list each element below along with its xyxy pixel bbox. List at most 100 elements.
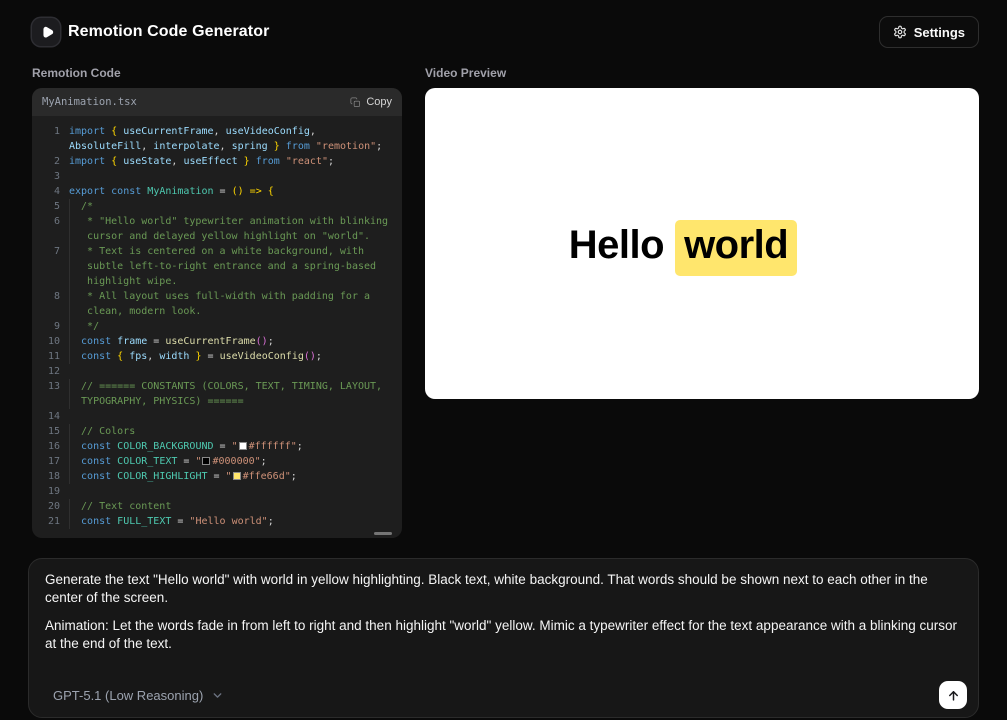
code-text: */ <box>69 319 394 334</box>
line-number: 14 <box>40 409 60 424</box>
page-title: Remotion Code Generator <box>68 23 269 41</box>
line-number: 2 <box>40 154 60 169</box>
line-number: 6 <box>40 214 60 244</box>
code-line: 3 <box>40 169 394 184</box>
code-line: 10 const frame = useCurrentFrame(); <box>40 334 394 349</box>
preview-text-highlighted: world <box>675 220 797 276</box>
code-text <box>69 364 394 379</box>
code-text: // Text content <box>69 499 394 514</box>
line-number: 18 <box>40 469 60 484</box>
prompt-paragraph: Animation: Let the words fade in from le… <box>45 617 962 652</box>
code-text: import { useState, useEffect } from "rea… <box>69 154 394 169</box>
line-number: 16 <box>40 439 60 454</box>
code-text <box>69 169 394 184</box>
model-selector[interactable]: GPT-5.1 (Low Reasoning) <box>53 688 224 703</box>
code-line: 17 const COLOR_TEXT = "#000000"; <box>40 454 394 469</box>
code-text: const COLOR_BACKGROUND = "#ffffff"; <box>69 439 394 454</box>
main-content: MyAnimation.tsx Copy 1 import { useCurren… <box>0 88 1007 538</box>
code-line: 18 const COLOR_HIGHLIGHT = "#ffe66d"; <box>40 469 394 484</box>
submit-prompt-button[interactable] <box>939 681 967 709</box>
app-header: Remotion Code Generator Settings <box>0 0 1007 58</box>
color-swatch-icon <box>233 472 241 480</box>
code-line: 11 const { fps, width } = useVideoConfig(… <box>40 349 394 364</box>
code-panel-label: Remotion Code <box>32 66 402 80</box>
code-line: 19 <box>40 484 394 499</box>
code-text: const FULL_TEXT = "Hello world"; <box>69 514 394 529</box>
code-editor-header: MyAnimation.tsx Copy <box>32 88 402 116</box>
line-number: 7 <box>40 244 60 289</box>
horizontal-scrollbar-thumb[interactable] <box>374 532 392 535</box>
video-preview: Hello world <box>425 88 979 399</box>
color-swatch-icon <box>239 442 247 450</box>
copy-button-label: Copy <box>366 96 392 108</box>
line-number: 5 <box>40 199 60 214</box>
prompt-input[interactable]: Generate the text "Hello world" with wor… <box>29 569 978 667</box>
preview-column: Hello world <box>425 88 979 538</box>
code-text: const { fps, width } = useVideoConfig(); <box>69 349 394 364</box>
code-text: import { useCurrentFrame, useVideoConfig… <box>69 124 394 154</box>
code-text: * Text is centered on a white background… <box>69 244 394 289</box>
settings-button-label: Settings <box>914 25 965 40</box>
line-number: 12 <box>40 364 60 379</box>
code-text: /* <box>69 199 394 214</box>
code-text: * All layout uses full-width with paddin… <box>69 289 394 319</box>
chevron-down-icon <box>211 689 224 702</box>
code-editor-panel: MyAnimation.tsx Copy 1 import { useCurren… <box>32 88 402 538</box>
line-number: 1 <box>40 124 60 154</box>
code-text <box>69 484 394 499</box>
preview-panel-label: Video Preview <box>425 66 979 80</box>
prompt-paragraph: Generate the text "Hello world" with wor… <box>45 571 962 606</box>
preview-hello-world-text: Hello world <box>569 220 797 268</box>
line-number: 10 <box>40 334 60 349</box>
prompt-composer: Generate the text "Hello world" with wor… <box>28 558 979 718</box>
code-editor-body[interactable]: 1 import { useCurrentFrame, useVideoConfi… <box>32 116 402 538</box>
code-line: 8 * All layout uses full-width with paddi… <box>40 289 394 319</box>
code-line: 6 * "Hello world" typewriter animation wi… <box>40 214 394 244</box>
line-number: 4 <box>40 184 60 199</box>
line-number: 21 <box>40 514 60 529</box>
line-number: 11 <box>40 349 60 364</box>
code-line: 12 <box>40 364 394 379</box>
code-column: MyAnimation.tsx Copy 1 import { useCurren… <box>32 88 402 538</box>
code-text: export const MyAnimation = () => { <box>69 184 394 199</box>
code-filename: MyAnimation.tsx <box>42 96 137 108</box>
code-line: 5 /* <box>40 199 394 214</box>
play-triangle-icon <box>38 24 55 41</box>
copy-icon <box>350 97 361 108</box>
code-text: // Colors <box>69 424 394 439</box>
code-line: 15 // Colors <box>40 424 394 439</box>
preview-text-plain: Hello <box>569 223 664 268</box>
code-text <box>69 409 394 424</box>
composer-bottom-bar: GPT-5.1 (Low Reasoning) <box>29 667 978 717</box>
code-line: 7* Text is centered on a white backgroun… <box>40 244 394 289</box>
code-line: 16 const COLOR_BACKGROUND = "#ffffff"; <box>40 439 394 454</box>
code-line: 13 // ====== CONSTANTS (COLORS, TEXT, TIM… <box>40 379 394 409</box>
line-number: 8 <box>40 289 60 319</box>
code-line: 21 const FULL_TEXT = "Hello world"; <box>40 514 394 529</box>
remotion-logo-icon <box>32 18 60 46</box>
settings-button[interactable]: Settings <box>879 16 979 48</box>
line-number: 20 <box>40 499 60 514</box>
code-text: const COLOR_TEXT = "#000000"; <box>69 454 394 469</box>
code-line: 2 import { useState, useEffect } from "re… <box>40 154 394 169</box>
arrow-up-icon <box>946 688 961 703</box>
gear-icon <box>893 25 907 39</box>
code-line: 4 export const MyAnimation = () => { <box>40 184 394 199</box>
model-selector-label: GPT-5.1 (Low Reasoning) <box>53 688 203 703</box>
code-text: const COLOR_HIGHLIGHT = "#ffe66d"; <box>69 469 394 484</box>
panel-labels-row: Remotion Code Video Preview <box>0 58 1007 88</box>
code-text: // ====== CONSTANTS (COLORS, TEXT, TIMIN… <box>69 379 394 409</box>
copy-button[interactable]: Copy <box>350 96 392 108</box>
code-line: 20 // Text content <box>40 499 394 514</box>
line-number: 3 <box>40 169 60 184</box>
code-line: 1 import { useCurrentFrame, useVideoConfi… <box>40 124 394 154</box>
line-number: 17 <box>40 454 60 469</box>
code-text: const frame = useCurrentFrame(); <box>69 334 394 349</box>
line-number: 9 <box>40 319 60 334</box>
line-number: 13 <box>40 379 60 409</box>
color-swatch-icon <box>202 457 210 465</box>
code-line: 9 */ <box>40 319 394 334</box>
line-number: 19 <box>40 484 60 499</box>
line-number: 15 <box>40 424 60 439</box>
code-text: * "Hello world" typewriter animation wit… <box>69 214 394 244</box>
